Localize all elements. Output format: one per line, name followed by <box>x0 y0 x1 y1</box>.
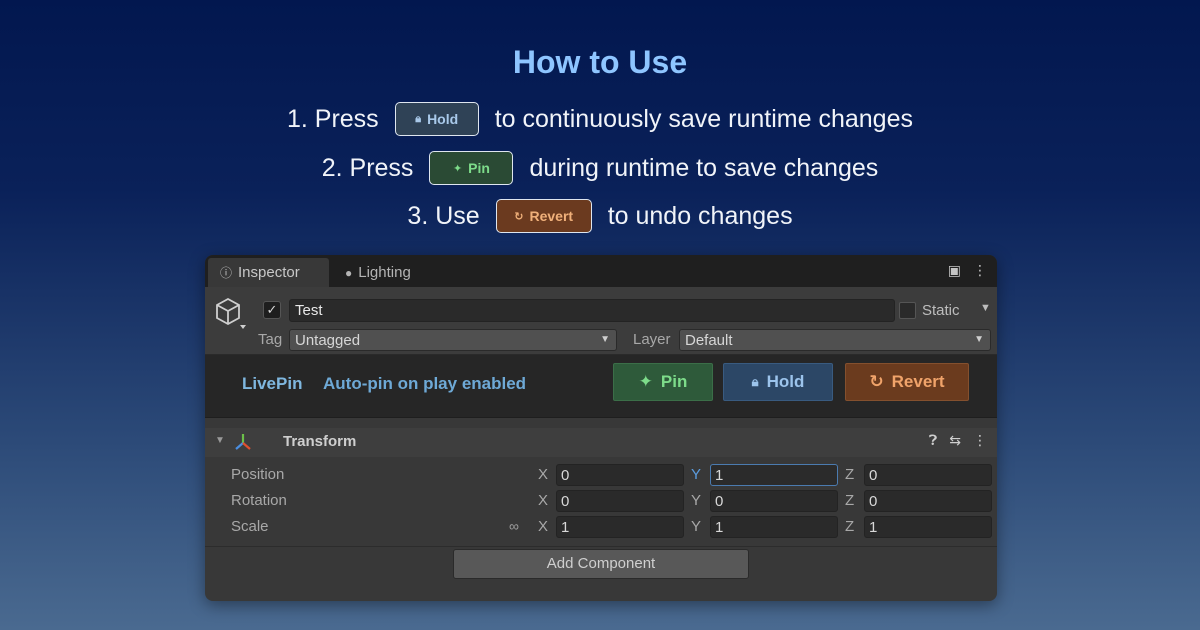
step-1-suffix: to continuously save runtime changes <box>494 104 913 133</box>
livepin-bar: LivePin Auto-pin on play enabled ✦ Pin 🔒… <box>205 355 997 418</box>
headline: How to Use <box>512 44 688 80</box>
tab-inspector-label: Inspector <box>238 264 300 281</box>
transform-title: Transform <box>283 433 357 450</box>
name-field[interactable]: Test <box>289 299 895 322</box>
scale-y-field[interactable]: 1 <box>710 516 838 538</box>
hold-chip: 🔒︎ Hold <box>394 102 479 136</box>
position-y-field[interactable]: 1 <box>710 464 838 486</box>
position-label: Position <box>231 466 285 483</box>
position-z-field[interactable]: 0 <box>864 464 992 486</box>
revert-icon: ↻ <box>514 210 524 223</box>
axis-z-label: Z <box>845 492 855 509</box>
lock-icon: 🔒︎ <box>751 374 759 389</box>
revert-button-label: Revert <box>891 372 945 391</box>
pushpin-icon: ✦ <box>638 372 653 391</box>
active-checkbox[interactable]: ✓ <box>263 301 281 319</box>
layer-value: Default <box>685 332 733 349</box>
step-1: 1. Press 🔒︎ Hold to continuously save ru… <box>0 102 1200 136</box>
step-2-prefix: 2. Press <box>321 153 414 182</box>
scale-row: Scale ∞ X 1 Y 1 Z 1 <box>205 515 997 539</box>
tag-value: Untagged <box>295 332 361 349</box>
position-row: Position X 0 Y 1 Z 0 <box>205 463 997 487</box>
step-3: 3. Use ↻ Revert to undo changes <box>0 199 1200 233</box>
pin-button-label: Pin <box>660 372 688 391</box>
livepin-title: LivePin <box>242 374 303 393</box>
cube-icon[interactable] <box>213 296 247 330</box>
tab-lighting[interactable]: ● Lighting <box>333 258 423 287</box>
tab-bar-tools: ▣ ⋮ <box>948 262 987 279</box>
foldout-arrow-icon[interactable]: ▼ <box>215 435 225 446</box>
link-icon[interactable]: ∞ <box>509 518 519 534</box>
chevron-down-icon[interactable]: ▼ <box>980 302 991 314</box>
presets-icon[interactable]: ⇆ <box>949 432 961 449</box>
rotation-label: Rotation <box>231 492 287 509</box>
step-3-prefix: 3. Use <box>407 201 480 230</box>
transform-icon <box>235 434 251 450</box>
axis-x-label: X <box>538 466 549 483</box>
inspector-panel: ⓘ Inspector ● Lighting ▣ ⋮ ✓ Test Static… <box>205 255 997 601</box>
axis-z-label: Z <box>845 518 855 535</box>
chevron-down-icon: ▼ <box>600 334 610 345</box>
axis-x-label: X <box>538 518 549 535</box>
axis-y-label: Y <box>691 492 702 509</box>
position-x-field[interactable]: 0 <box>556 464 684 486</box>
layer-label: Layer <box>633 331 671 348</box>
pushpin-icon: ✦ <box>452 162 463 175</box>
axis-x-label: X <box>538 492 549 509</box>
kebab-menu-icon[interactable]: ⋮ <box>973 262 987 279</box>
step-1-prefix: 1. Press <box>286 104 379 133</box>
revert-chip-label: Revert <box>529 208 574 224</box>
revert-button[interactable]: ↻ Revert <box>845 363 969 401</box>
scale-label: Scale <box>231 518 269 535</box>
scale-z-field[interactable]: 1 <box>864 516 992 538</box>
static-label: Static <box>922 302 960 319</box>
hold-button[interactable]: 🔒︎ Hold <box>723 363 833 401</box>
scale-x-field[interactable]: 1 <box>556 516 684 538</box>
livepin-status: Auto-pin on play enabled <box>323 374 527 393</box>
rotation-z-field[interactable]: 0 <box>864 490 992 512</box>
tag-dropdown[interactable]: Untagged ▼ <box>289 329 617 351</box>
tab-lighting-label: Lighting <box>358 264 411 281</box>
transform-tools: ❓︎ ⇆ ⋮ <box>929 432 987 449</box>
info-icon: ⓘ <box>220 266 233 280</box>
rotation-x-field[interactable]: 0 <box>556 490 684 512</box>
lightbulb-icon: ● <box>345 265 353 280</box>
step-2: 2. Press ✦ Pin during runtime to save ch… <box>0 151 1200 185</box>
axis-y-label: Y <box>691 518 702 535</box>
step-3-suffix: to undo changes <box>607 201 793 230</box>
hold-chip-label: Hold <box>427 111 459 127</box>
pin-chip-label: Pin <box>468 160 490 176</box>
step-2-suffix: during runtime to save changes <box>529 153 879 182</box>
gameobject-header: ✓ Test Static ▼ Tag Untagged ▼ Layer Def… <box>205 287 997 355</box>
tag-label: Tag <box>258 331 283 348</box>
pin-chip: ✦ Pin <box>429 151 514 185</box>
static-checkbox[interactable] <box>899 302 916 319</box>
add-component-button[interactable]: Add Component <box>453 549 749 579</box>
revert-chip: ↻ Revert <box>495 199 592 233</box>
transform-rows: Position X 0 Y 1 Z 0 Rotation X 0 Y 0 Z … <box>205 457 997 547</box>
tab-inspector[interactable]: ⓘ Inspector <box>208 258 329 287</box>
layer-dropdown[interactable]: Default ▼ <box>679 329 991 351</box>
tab-bar: ⓘ Inspector ● Lighting ▣ ⋮ <box>205 255 997 287</box>
rotation-y-field[interactable]: 0 <box>710 490 838 512</box>
hold-button-label: Hold <box>766 372 805 391</box>
pin-button[interactable]: ✦ Pin <box>613 363 713 401</box>
chevron-down-icon: ▼ <box>974 334 984 345</box>
lock-icon: 🔒︎ <box>415 112 422 125</box>
transform-header[interactable]: ▼ Transform ❓︎ ⇆ ⋮ <box>205 418 997 457</box>
rotation-row: Rotation X 0 Y 0 Z 0 <box>205 489 997 513</box>
lock-icon[interactable]: ▣ <box>948 262 961 279</box>
kebab-menu-icon[interactable]: ⋮ <box>973 432 987 449</box>
axis-z-label: Z <box>845 466 855 483</box>
axis-y-label: Y <box>691 466 702 483</box>
help-icon[interactable]: ❓︎ <box>929 432 937 449</box>
revert-icon: ↻ <box>869 372 884 391</box>
